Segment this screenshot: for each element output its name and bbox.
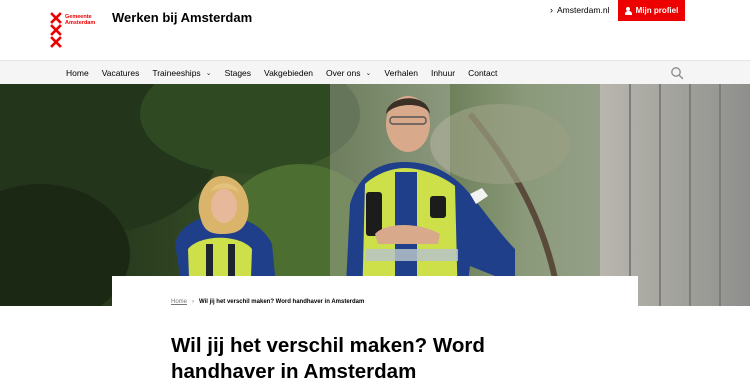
nav-item-home[interactable]: Home [66,68,89,78]
nav-item-inhuur[interactable]: Inhuur [431,68,455,78]
content-card [112,276,638,316]
nav-item-traineeships[interactable]: Traineeships ⌄ [152,68,211,78]
breadcrumb: Home › Wil jij het verschil maken? Word … [171,299,364,305]
hero-image [0,84,750,306]
logo-wordmark: Gemeente Amsterdam [65,14,96,26]
hero-photo-enforcement-officers [0,84,750,306]
nav-item-vacatures[interactable]: Vacatures [102,68,140,78]
nav-item-stages[interactable]: Stages [225,68,251,78]
amsterdam-nl-link[interactable]: › Amsterdam.nl [550,5,609,15]
amsterdam-nl-label: Amsterdam.nl [557,5,610,15]
chevron-down-icon: ⌄ [205,70,212,77]
user-icon [624,6,632,15]
search-icon[interactable] [670,66,684,80]
breadcrumb-home[interactable]: Home [171,299,187,305]
nav-item-contact[interactable]: Contact [468,68,497,78]
nav-item-over-ons[interactable]: Over ons ⌄ [326,68,371,78]
my-profile-label: Mijn profiel [635,6,679,15]
nav-item-vakgebieden[interactable]: Vakgebieden [264,68,313,78]
breadcrumb-current: Wil jij het verschil maken? Word handhav… [199,299,365,305]
chevron-right-icon: › [550,5,553,15]
main-navigation: Home Vacatures Traineeships ⌄ Stages Vakg… [0,60,750,84]
xxx-crosses-icon [50,12,62,48]
nav-item-verhalen[interactable]: Verhalen [384,68,418,78]
site-header: Gemeente Amsterdam Werken bij Amsterdam … [0,0,750,60]
my-profile-button[interactable]: Mijn profiel [618,0,685,21]
nav-list: Home Vacatures Traineeships ⌄ Stages Vakg… [66,61,510,85]
site-title[interactable]: Werken bij Amsterdam [112,10,252,25]
chevron-down-icon: ⌄ [365,70,372,77]
amsterdam-logo[interactable]: Gemeente Amsterdam [50,12,110,48]
chevron-right-icon: › [192,299,195,305]
page-title: Wil jij het verschil maken? Word handhav… [171,334,485,383]
